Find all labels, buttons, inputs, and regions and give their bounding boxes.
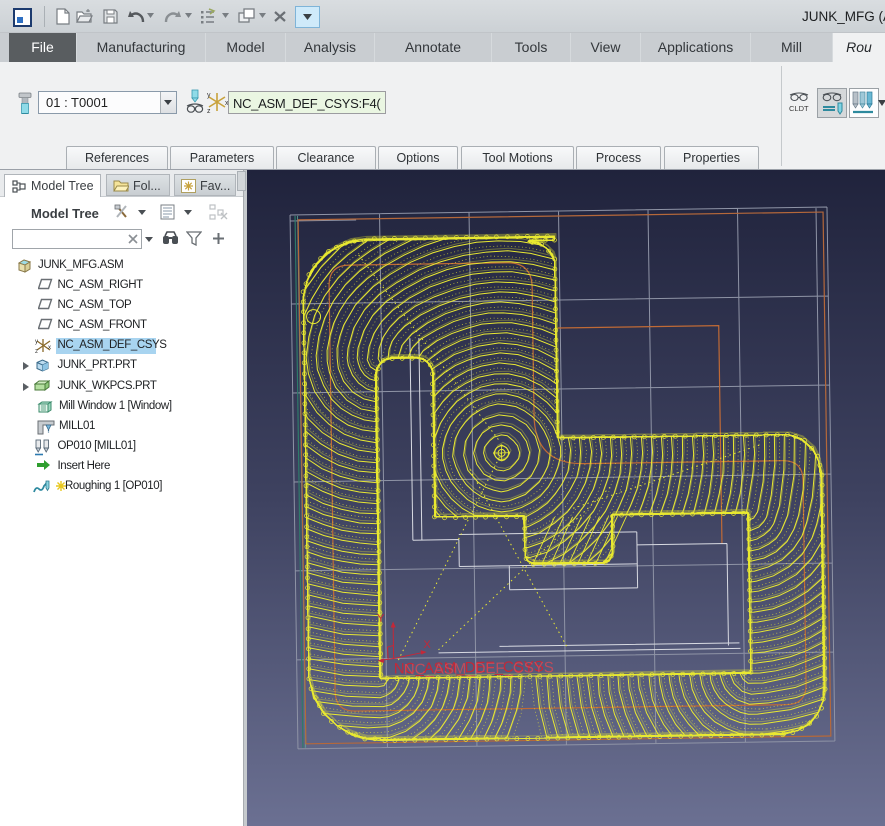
svg-text:NC_ASM_DEF_CSYS: NC_ASM_DEF_CSYS [404,659,554,678]
svg-text:y: y [35,339,38,345]
svg-text:Y: Y [377,613,385,625]
svg-text:y: y [207,92,211,99]
svg-text:x: x [48,345,51,351]
svg-text:X: X [423,639,431,651]
svg-text:CLDT: CLDT [789,104,809,113]
svg-text:z: z [207,108,211,115]
svg-text:z: z [35,349,38,353]
